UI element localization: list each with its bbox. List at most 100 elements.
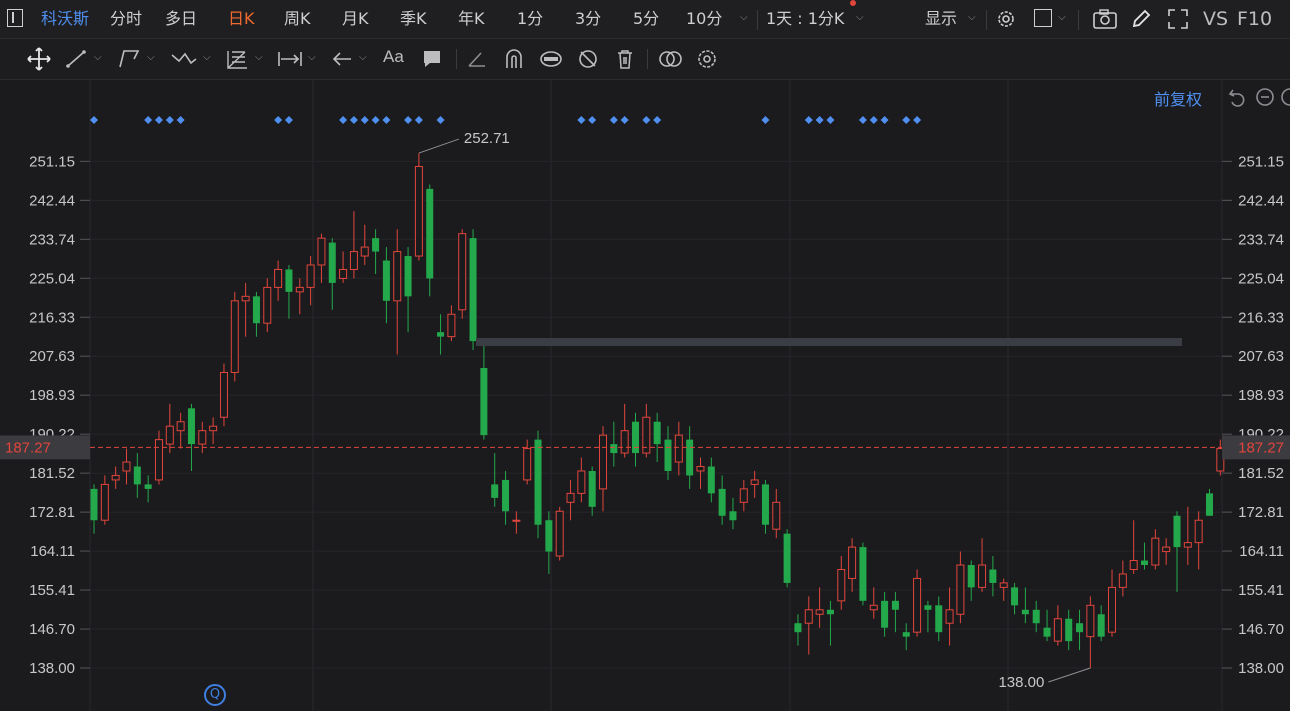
tab-monthly-k[interactable]: 月K [342,0,369,38]
display-menu[interactable]: 显示 [925,0,957,38]
hide-drawings-icon[interactable] [576,48,600,70]
tab-10min[interactable]: 10分 [686,0,722,38]
candle-body [620,430,629,454]
candle [133,453,141,498]
last-price-label-right: 187.27 [1238,439,1284,456]
move-crosshair-icon[interactable] [27,47,51,71]
tab-yearly-k[interactable]: 年K [458,0,485,38]
candle [360,224,369,265]
chevron-down-icon[interactable]: ⌵ [1058,12,1066,23]
comment-icon[interactable] [421,48,443,70]
candle [209,417,218,445]
candle-body [837,568,846,602]
candle [1183,506,1192,566]
candle [1097,605,1105,642]
chevron-down-icon[interactable]: ⌵ [147,52,155,63]
arrow-tool-icon[interactable] [331,49,353,69]
tab-weekly-k[interactable]: 周K [284,0,311,38]
candle-body [718,488,726,516]
signal-marker [414,116,423,124]
angle-tool-icon[interactable] [466,49,488,69]
fullscreen-icon[interactable] [1167,8,1189,30]
candle [978,538,987,592]
wave-tool-icon[interactable] [170,49,198,69]
chevron-down-icon[interactable]: ⌵ [203,52,211,63]
y-tick-label: 164.11 [30,543,75,560]
y-tick-label: 216.33 [1238,309,1284,326]
compare-icon[interactable] [657,49,685,69]
tab-timeshare[interactable]: 分时 [110,0,142,38]
undo-icon[interactable] [1227,87,1247,107]
candle [480,345,488,440]
settings-icon[interactable] [696,48,718,70]
candle-body [577,470,586,494]
trash-icon[interactable] [614,48,636,70]
camera-icon[interactable] [1093,9,1117,29]
candle [285,264,293,319]
candle [447,305,456,342]
candle [674,421,683,476]
eye-tool-icon[interactable] [538,48,564,70]
candle [815,587,824,628]
sidebar-toggle-icon[interactable] [7,9,23,27]
zoom-out-icon[interactable] [1255,87,1275,107]
channel-tool-icon[interactable] [118,49,142,69]
candle-body [122,461,131,472]
tab-3min[interactable]: 3分 [575,0,601,38]
f10-button[interactable]: F10 [1237,0,1272,38]
price-adjust-button[interactable]: 前复权 [1154,86,1202,110]
candle [1065,609,1073,651]
line-tool-icon[interactable] [66,49,88,69]
q-badge-icon[interactable]: Q [204,684,226,706]
tab-quarterly-k[interactable]: 季K [400,0,427,38]
tab-daily-k[interactable]: 日K [228,0,255,38]
candle [686,426,694,489]
candle [837,556,846,610]
candle-body [978,564,987,588]
magnet-icon[interactable] [503,48,525,70]
y-tick-label: 198.93 [29,387,75,404]
candle-body [328,242,336,283]
candle-body [1043,627,1051,637]
layout-box-icon[interactable] [1034,9,1052,27]
candle-body [913,577,922,633]
chevron-down-icon[interactable]: ⌵ [94,52,102,63]
chevron-down-icon[interactable]: ⌵ [308,52,316,63]
chevron-down-icon[interactable]: ⌵ [255,52,263,63]
candle-body [1118,573,1127,588]
chevron-down-icon[interactable]: ⌵ [740,12,748,23]
period-selector[interactable]: 1天 : 1分K [766,0,844,38]
candle-body [209,425,218,432]
tab-1min[interactable]: 1分 [517,0,543,38]
signal-marker [339,116,348,124]
candlestick-chart[interactable]: 251.15 242.44 233.74 225.04 216.33 207.63 198.… [0,80,1290,711]
y-tick-label: 146.70 [1238,621,1284,638]
candle [750,470,759,498]
pencil-icon[interactable] [1130,8,1152,30]
stock-name[interactable]: 科沃斯 [41,0,89,38]
chevron-down-icon[interactable]: ⌵ [359,52,367,63]
signal-markers [90,116,922,124]
gear-icon[interactable] [995,8,1017,30]
candle-body [967,565,975,588]
tab-multi-day[interactable]: 多日 [165,0,197,38]
candle-body [404,256,412,297]
tab-5min[interactable]: 5分 [633,0,659,38]
signal-marker [274,116,283,124]
candles [90,153,1225,668]
candle-body [1065,618,1073,642]
chevron-down-icon[interactable]: ⌵ [968,12,976,23]
text-tool-button[interactable]: Aa [383,47,404,67]
candle [588,466,596,516]
measure-tool-icon[interactable] [277,49,303,69]
zoom-in-icon[interactable] [1280,87,1290,107]
chevron-down-icon[interactable]: ⌵ [856,12,864,23]
vs-button[interactable]: VS [1203,0,1228,38]
grid-fib-tool-icon[interactable] [225,48,249,70]
candle [967,560,975,601]
candle [111,466,120,489]
candle-body [772,501,781,530]
candle-body [739,488,748,503]
candle [1076,609,1084,651]
candle [761,479,769,534]
